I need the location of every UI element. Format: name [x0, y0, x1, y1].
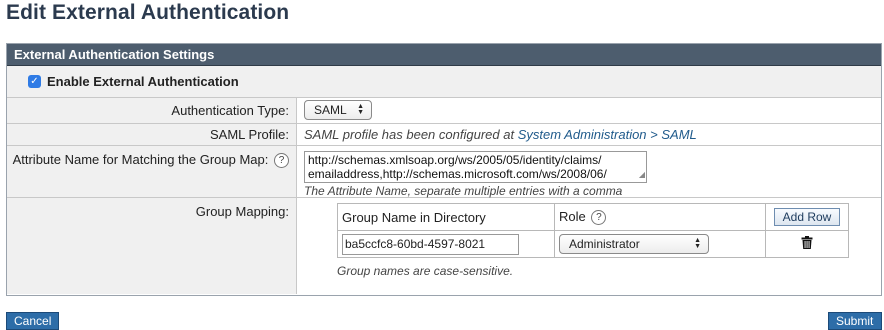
- add-row-button[interactable]: Add Row: [773, 208, 841, 226]
- attribute-name-label: Attribute Name for Matching the Group Ma…: [12, 152, 269, 167]
- help-icon[interactable]: ?: [591, 210, 607, 226]
- role-select[interactable]: Administrator ▲ ▼: [559, 234, 709, 254]
- trash-icon[interactable]: [801, 236, 813, 249]
- enable-external-auth-row: ✓ Enable External Authentication: [7, 66, 881, 98]
- attribute-name-line-2: emailaddress,http://schemas.microsoft.co…: [308, 167, 607, 181]
- auth-type-selected: SAML: [314, 103, 347, 117]
- select-arrows-icon: ▲ ▼: [694, 237, 701, 250]
- attribute-name-hint: The Attribute Name, separate multiple en…: [304, 184, 623, 198]
- group-mapping-label: Group Mapping:: [7, 198, 297, 294]
- attribute-name-line-1: http://schemas.xmlsoap.org/ws/2005/05/id…: [308, 153, 602, 167]
- saml-profile-label: SAML Profile:: [7, 124, 297, 145]
- external-auth-settings-panel: External Authentication Settings ✓ Enabl…: [6, 43, 882, 296]
- select-arrows-icon: ▲ ▼: [357, 103, 364, 116]
- panel-header: External Authentication Settings: [7, 44, 881, 66]
- group-name-input[interactable]: ba5ccfc8-60bd-4597-8021: [342, 233, 519, 255]
- submit-button[interactable]: Submit: [828, 312, 882, 330]
- auth-type-select[interactable]: SAML ▲ ▼: [304, 100, 372, 120]
- col-group-name: Group Name in Directory: [337, 203, 555, 231]
- enable-external-auth-label[interactable]: Enable External Authentication: [47, 74, 239, 89]
- resize-handle-icon[interactable]: ◢: [639, 168, 645, 182]
- attribute-name-row: Attribute Name for Matching the Group Ma…: [7, 146, 881, 198]
- saml-profile-link[interactable]: System Administration > SAML: [518, 127, 697, 142]
- group-mapping-table: Group Name in Directory Role ? Add Row b…: [337, 203, 849, 258]
- group-mapping-note: Group names are case-sensitive.: [337, 264, 514, 278]
- col-role: Role: [559, 208, 586, 224]
- table-row: ba5ccfc8-60bd-4597-8021 Administrator ▲ ▼: [337, 230, 849, 258]
- group-mapping-header-row: Group Name in Directory Role ? Add Row: [337, 203, 849, 231]
- page-title: Edit External Authentication: [6, 1, 290, 24]
- group-mapping-row: Group Mapping: Group Name in Directory R…: [7, 198, 881, 294]
- auth-type-label: Authentication Type:: [7, 98, 297, 123]
- role-selected: Administrator: [569, 237, 640, 251]
- auth-type-row: Authentication Type: SAML ▲ ▼: [7, 98, 881, 124]
- cancel-button[interactable]: Cancel: [6, 312, 59, 330]
- help-icon[interactable]: ?: [274, 153, 289, 169]
- saml-profile-row: SAML Profile: SAML profile has been conf…: [7, 124, 881, 146]
- attribute-name-textarea[interactable]: http://schemas.xmlsoap.org/ws/2005/05/id…: [304, 151, 647, 183]
- saml-profile-text: SAML profile has been configured at: [304, 127, 515, 142]
- enable-external-auth-checkbox[interactable]: ✓: [28, 75, 41, 88]
- col-role-cell: Role ?: [554, 203, 766, 231]
